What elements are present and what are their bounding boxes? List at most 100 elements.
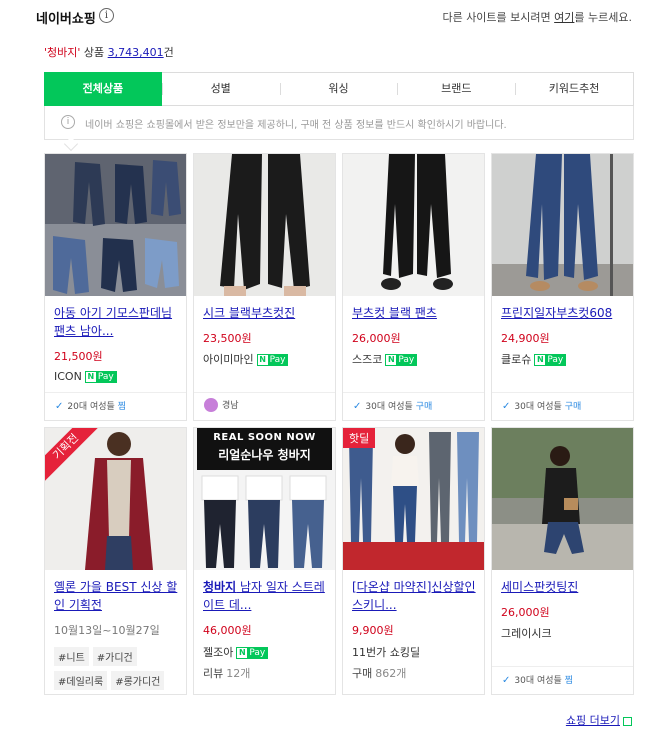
- product-name-link[interactable]: 옐론 가을 BEST 신상 할인 기획전: [54, 578, 180, 614]
- notice-text: 네이버 쇼핑은 쇼핑몰에서 받은 정보만을 제공하니, 구매 전 상품 정보를 …: [85, 120, 507, 131]
- product-image[interactable]: 핫딜: [343, 428, 484, 570]
- brand-banner: REAL SOON NOW 리얼순나우 청바지: [197, 428, 332, 470]
- count-label: 상품: [80, 46, 108, 59]
- section-title: 네이버쇼핑: [36, 12, 96, 27]
- npay-n-icon: N: [237, 648, 248, 658]
- tab-washing[interactable]: 워싱: [279, 73, 398, 105]
- purchase-label: 구매: [352, 667, 373, 680]
- sale-strip: [343, 542, 484, 570]
- product-name-link[interactable]: 아동 아기 기모스판데님 팬츠 남아...: [54, 304, 180, 340]
- filter-tabs: 전체상품 성별 워싱 브랜드 키워드추천: [44, 72, 634, 106]
- product-shop: 아이미마인 N Pay: [203, 351, 289, 367]
- npay-label: Pay: [398, 355, 415, 365]
- region-icon: [204, 397, 218, 412]
- npay-n-icon: N: [386, 355, 397, 365]
- npay-label: Pay: [249, 648, 266, 658]
- tab-brand[interactable]: 브랜드: [397, 73, 515, 105]
- product-name-link[interactable]: 부츠컷 블랙 팬츠: [352, 304, 478, 322]
- shopping-header: 네이버쇼핑 i 다른 사이트를 보시려면 여기를 누르세요.: [36, 8, 632, 27]
- npay-label: Pay: [97, 372, 114, 382]
- product-name-link[interactable]: 세미스판컷팅진: [501, 578, 627, 596]
- product-foot: 경남: [194, 392, 335, 420]
- product-shop: 그레이시크: [501, 627, 552, 640]
- product-card[interactable]: 세미스판컷팅진 26,000원 그레이시크 ✓ 30대 여성들 찜: [491, 427, 634, 695]
- fringe-bootcut-photo: [492, 154, 633, 296]
- tag-item[interactable]: #니트: [54, 647, 89, 666]
- product-image[interactable]: [343, 154, 484, 296]
- cutting-jeans-photo: [492, 428, 633, 570]
- tag-item[interactable]: #롱가디건: [111, 671, 165, 690]
- shop-name: ICON: [54, 370, 82, 383]
- other-site-link[interactable]: 여기: [554, 11, 574, 24]
- shopping-more-link[interactable]: 쇼핑 더보기: [566, 712, 632, 728]
- product-card[interactable]: 부츠컷 블랙 팬츠 26,000원 스즈코 N Pay ✓ 30대 여성들 구매: [342, 153, 485, 421]
- npay-badge: N Pay: [84, 371, 117, 383]
- foot-region: 경남: [222, 401, 239, 411]
- kids-jeans-photo: [45, 154, 186, 296]
- foot-action: 찜: [564, 676, 573, 686]
- foot-action: 찜: [117, 402, 126, 412]
- check-icon: ✓: [502, 675, 511, 686]
- count-number-link[interactable]: 3,743,401: [108, 46, 164, 59]
- name-highlight: 청바지: [203, 580, 237, 594]
- tag-list: #니트 #가디건 #데일리룩 #롱가디건: [54, 647, 168, 695]
- banner-brand: REAL SOON NOW: [213, 432, 316, 443]
- tab-all-products[interactable]: 전체상품: [44, 72, 162, 106]
- product-card[interactable]: REAL SOON NOW 리얼순나우 청바지 청바지 남자 일자 스트레이트 …: [193, 427, 336, 695]
- product-price: 21,500원: [54, 350, 103, 363]
- tag-item[interactable]: #가디건: [92, 647, 137, 666]
- info-icon[interactable]: i: [99, 8, 114, 23]
- product-foot: ✓ 20대 여성들 찜: [45, 392, 186, 420]
- other-site-notice: 다른 사이트를 보시려면 여기를 누르세요.: [442, 9, 632, 25]
- foot-age: 30대 여성들: [365, 402, 416, 412]
- product-name-link[interactable]: 시크 블랙부츠컷진: [203, 304, 329, 322]
- tab-keyword-recommend[interactable]: 키워드추천: [515, 73, 633, 105]
- product-name-link[interactable]: 프린지일자부츠컷608: [501, 304, 627, 322]
- product-image[interactable]: [194, 154, 335, 296]
- product-name-link[interactable]: 청바지 남자 일자 스트레이트 데...: [203, 578, 329, 614]
- tab-gender[interactable]: 성별: [161, 73, 280, 105]
- search-keyword: '청바지': [44, 46, 81, 59]
- product-card[interactable]: 핫딜 [다온샵 마약진]신상할인 스키니... 9,900원 11번가 쇼킹딜 …: [342, 427, 485, 695]
- product-price: 9,900원: [352, 624, 394, 637]
- npay-n-icon: N: [257, 355, 268, 365]
- npay-label: Pay: [269, 355, 286, 365]
- review-info: 리뷰 12개: [203, 665, 250, 681]
- product-shop: 스즈코 N Pay: [352, 351, 418, 367]
- product-image[interactable]: [45, 154, 186, 296]
- shopping-notice: i 네이버 쇼핑은 쇼핑몰에서 받은 정보만을 제공하니, 구매 전 상품 정보…: [44, 106, 634, 140]
- product-image[interactable]: [492, 428, 633, 570]
- foot-action: 구매: [564, 402, 582, 412]
- product-foot: ✓ 30대 여성들 구매: [343, 392, 484, 420]
- npay-badge: N Pay: [256, 354, 289, 366]
- product-shop: 11번가 쇼킹딜: [352, 646, 421, 659]
- shop-name: 아이미마인: [203, 353, 254, 366]
- product-name-link[interactable]: [다온샵 마약진]신상할인 스키니...: [352, 578, 478, 614]
- review-label: 리뷰: [203, 667, 224, 680]
- product-image[interactable]: 기획전: [45, 428, 186, 570]
- product-image[interactable]: [492, 154, 633, 296]
- product-image[interactable]: REAL SOON NOW 리얼순나우 청바지: [194, 428, 335, 570]
- check-icon: ✓: [353, 401, 362, 412]
- black-bootcut-photo: [194, 154, 335, 296]
- product-price: 23,500원: [203, 332, 252, 345]
- result-count: '청바지' 상품 3,743,401건: [44, 44, 174, 60]
- product-card[interactable]: 시크 블랙부츠컷진 23,500원 아이미마인 N Pay 경남: [193, 153, 336, 421]
- notice-info-icon: i: [61, 115, 75, 129]
- count-unit: 건: [163, 46, 174, 59]
- product-price: 46,000원: [203, 624, 252, 637]
- product-price: 24,900원: [501, 332, 550, 345]
- product-card[interactable]: 프린지일자부츠컷608 24,900원 클로슈 N Pay ✓ 30대 여성들 구매: [491, 153, 634, 421]
- tag-item[interactable]: #데일리룩: [54, 671, 108, 690]
- foot-age: 30대 여성들: [514, 402, 565, 412]
- promotion-date: 10월13일~10월27일: [54, 624, 160, 637]
- product-shop: 클로슈 N Pay: [501, 351, 567, 367]
- external-link-icon: [623, 716, 632, 726]
- check-icon: ✓: [502, 401, 511, 412]
- npay-label: Pay: [547, 355, 564, 365]
- product-shop: ICON N Pay: [54, 370, 117, 383]
- check-icon: ✓: [55, 401, 64, 412]
- product-card[interactable]: 기획전 옐론 가을 BEST 신상 할인 기획전 10월13일~10월27일 #…: [44, 427, 187, 695]
- product-card[interactable]: 아동 아기 기모스판데님 팬츠 남아... 21,500원 ICON N Pay ✓…: [44, 153, 187, 421]
- hotdeal-badge: 핫딜: [343, 428, 376, 448]
